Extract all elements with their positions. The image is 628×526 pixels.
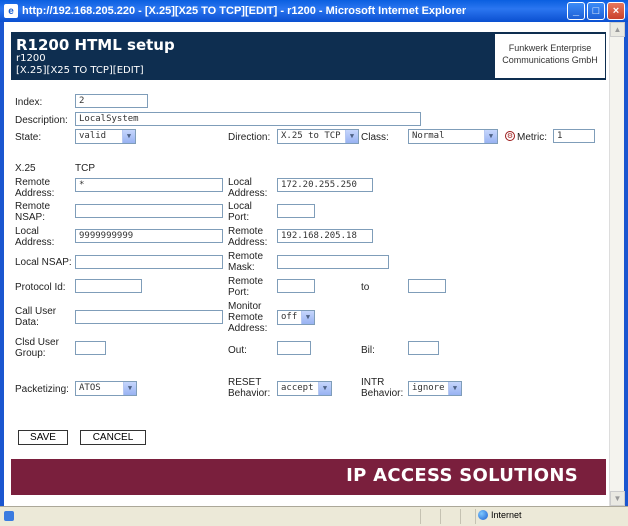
close-button[interactable]: × — [607, 2, 625, 20]
class-label: Class: — [361, 132, 389, 143]
reset-behavior-value: accept — [281, 383, 314, 393]
breadcrumb: [X.25][X25 TO TCP][EDIT] — [16, 65, 144, 76]
x25-column-header: X.25 — [15, 163, 36, 174]
local-port-input[interactable] — [277, 204, 315, 218]
scroll-down-icon[interactable]: ▼ — [610, 491, 625, 506]
remote-mask-label: Remote Mask: — [228, 251, 264, 273]
vertical-scrollbar[interactable]: ▲ ▼ — [609, 22, 625, 506]
remote-port-to-input[interactable] — [408, 279, 446, 293]
packetizing-value: ATOS — [79, 383, 101, 393]
chevron-down-icon: ▼ — [448, 382, 461, 395]
monitor-remote-address-select[interactable]: off ▼ — [277, 310, 315, 325]
state-select[interactable]: valid ▼ — [75, 129, 136, 144]
ie-icon: e — [4, 4, 18, 18]
packetizing-label: Packetizing: — [15, 384, 69, 395]
save-button[interactable]: SAVE — [18, 430, 68, 445]
globe-icon — [478, 510, 488, 520]
remote-address-tcp-input[interactable]: 192.168.205.18 — [277, 229, 373, 243]
chevron-down-icon: ▼ — [484, 130, 497, 143]
index-label: Index: — [15, 97, 43, 108]
class-value: Normal — [412, 131, 445, 141]
local-nsap-label: Local NSAP: — [15, 257, 72, 268]
brand-line-2: Communications GmbH — [502, 55, 598, 65]
remote-address-tcp-label: Remote Address: — [228, 226, 268, 248]
remote-nsap-label: Remote NSAP: — [15, 201, 51, 223]
status-separator — [460, 509, 461, 524]
direction-select[interactable]: X.25 to TCP ▼ — [277, 129, 359, 144]
clsd-user-group-label: Clsd User Group: — [15, 337, 59, 359]
local-address-x25-label: Local Address: — [15, 226, 55, 248]
description-label: Description: — [15, 115, 68, 126]
help-icon[interactable]: ⚙ — [505, 131, 515, 141]
chevron-down-icon: ▼ — [122, 130, 135, 143]
window-titlebar: e http://192.168.205.220 - [X.25][X25 TO… — [0, 0, 628, 22]
index-input[interactable]: 2 — [75, 94, 148, 108]
brand-logo: Funkwerk Enterprise Communications GmbH — [495, 34, 605, 78]
state-value: valid — [79, 131, 107, 141]
status-bar: Internet — [0, 506, 628, 526]
to-label: to — [361, 282, 370, 293]
local-nsap-input[interactable] — [75, 255, 223, 269]
bil-input[interactable] — [408, 341, 439, 355]
tcp-column-header: TCP — [75, 163, 95, 174]
page-title: R1200 HTML setup — [16, 36, 175, 54]
status-separator — [440, 509, 441, 524]
maximize-button[interactable]: □ — [587, 2, 605, 20]
reset-behavior-label: RESET Behavior: — [228, 377, 271, 399]
device-name: r1200 — [16, 53, 46, 64]
reset-behavior-select[interactable]: accept ▼ — [277, 381, 332, 396]
out-input[interactable] — [277, 341, 311, 355]
page-icon — [4, 511, 14, 521]
remote-port-label: Remote Port: — [228, 276, 264, 298]
remote-port-input[interactable] — [277, 279, 315, 293]
banner-text: IP ACCESS SOLUTIONS — [346, 465, 578, 486]
chevron-down-icon: ▼ — [301, 311, 314, 324]
description-input[interactable]: LocalSystem — [75, 112, 421, 126]
clsd-user-group-input[interactable] — [75, 341, 106, 355]
monitor-remote-value: off — [281, 312, 298, 322]
intr-behavior-select[interactable]: ignore ▼ — [408, 381, 462, 396]
protocol-id-input[interactable] — [75, 279, 142, 293]
page-header: R1200 HTML setup r1200 [X.25][X25 TO TCP… — [11, 32, 606, 80]
remote-address-label: Remote Address: — [15, 177, 55, 199]
metric-input[interactable]: 1 — [553, 129, 595, 143]
remote-nsap-input[interactable] — [75, 204, 223, 218]
chevron-down-icon: ▼ — [345, 130, 358, 143]
protocol-id-label: Protocol Id: — [15, 282, 66, 293]
direction-label: Direction: — [228, 132, 271, 143]
call-user-data-label: Call User Data: — [15, 306, 57, 328]
out-label: Out: — [228, 345, 247, 356]
intr-behavior-value: ignore — [412, 383, 445, 393]
minimize-button[interactable]: _ — [567, 2, 585, 20]
zone-label: Internet — [491, 510, 522, 520]
scroll-up-icon[interactable]: ▲ — [610, 22, 625, 37]
footer-banner: IP ACCESS SOLUTIONS — [11, 459, 606, 495]
direction-value: X.25 to TCP — [281, 131, 341, 141]
local-address-x25-input[interactable]: 9999999999 — [75, 229, 223, 243]
state-label: State: — [15, 132, 42, 143]
status-separator — [475, 509, 476, 524]
security-zone: Internet — [478, 510, 522, 520]
class-select[interactable]: Normal ▼ — [408, 129, 498, 144]
window-title: http://192.168.205.220 - [X.25][X25 TO T… — [22, 5, 467, 17]
intr-behavior-label: INTR Behavior: — [361, 377, 404, 399]
chevron-down-icon: ▼ — [318, 382, 331, 395]
remote-address-input[interactable]: * — [75, 178, 223, 192]
bil-label: Bil: — [361, 345, 375, 356]
chevron-down-icon: ▼ — [123, 382, 136, 395]
call-user-data-input[interactable] — [75, 310, 223, 324]
local-address-tcp-label: Local Address: — [228, 177, 268, 199]
local-address-tcp-input[interactable]: 172.20.255.250 — [277, 178, 373, 192]
brand-line-1: Funkwerk Enterprise — [508, 43, 592, 53]
status-separator — [420, 509, 421, 524]
metric-label: Metric: — [517, 132, 547, 143]
cancel-button[interactable]: CANCEL — [80, 430, 146, 445]
local-port-label: Local Port: — [228, 201, 252, 223]
monitor-remote-address-label: Monitor Remote Address: — [228, 301, 268, 334]
packetizing-select[interactable]: ATOS ▼ — [75, 381, 137, 396]
remote-mask-input[interactable] — [277, 255, 389, 269]
header-subtitle: r1200 [X.25][X25 TO TCP][EDIT] — [16, 53, 144, 77]
